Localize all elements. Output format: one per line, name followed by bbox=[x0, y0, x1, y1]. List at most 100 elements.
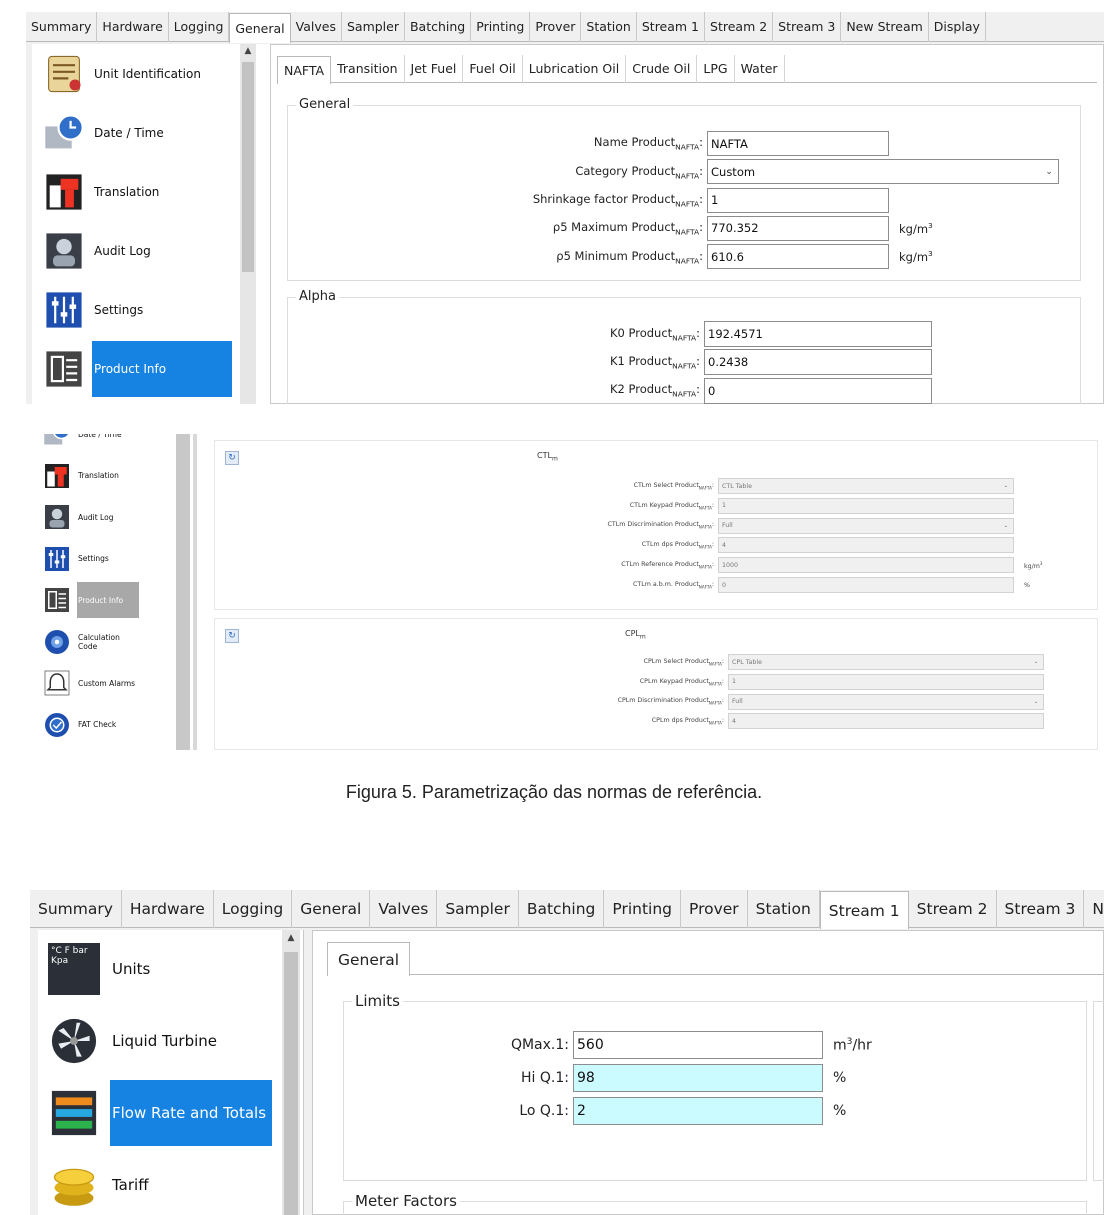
input-5-minimum-product[interactable]: 610.6 bbox=[707, 244, 889, 270]
tab-sampler[interactable]: Sampler bbox=[342, 12, 405, 42]
collapse-cpl-icon[interactable]: ↻ bbox=[225, 629, 239, 643]
input-qmax-1[interactable]: 560 bbox=[573, 1031, 823, 1059]
input-k2-product[interactable]: 0 bbox=[704, 377, 932, 404]
sidebar-scrollbar[interactable]: ▲ bbox=[240, 44, 256, 404]
input-shrinkage-factor-product[interactable]: 1 bbox=[707, 187, 889, 213]
tab-nafta[interactable]: NAFTA bbox=[277, 56, 332, 84]
sidebar-item-audit-log[interactable]: Audit Log bbox=[32, 223, 232, 279]
sidebar-scrollbar[interactable]: ▲ bbox=[282, 930, 300, 1215]
sidebar-item-unit-identification[interactable]: Unit Identification bbox=[32, 46, 232, 102]
input-ctlm-a-b-m-product[interactable]: 0 bbox=[718, 577, 1014, 593]
tab-prover[interactable]: Prover bbox=[681, 890, 748, 928]
field-label: K0 ProductNAFTA: bbox=[609, 325, 700, 343]
input-5-maximum-product[interactable]: 770.352 bbox=[707, 215, 889, 241]
tab-sampler[interactable]: Sampler bbox=[437, 890, 519, 928]
field-value: Full bbox=[722, 522, 733, 530]
tab-stream-2[interactable]: Stream 2 bbox=[909, 890, 997, 928]
tab-lpg[interactable]: LPG bbox=[697, 55, 735, 83]
tab-jet-fuel[interactable]: Jet Fuel bbox=[405, 55, 464, 83]
unit-tail: /hr bbox=[852, 1037, 872, 1054]
tab-logging[interactable]: Logging bbox=[214, 890, 293, 928]
select-cplm-select-product[interactable]: CPL Table ⌄ bbox=[728, 654, 1044, 670]
sidebar-item-date-time[interactable]: Date / Time bbox=[40, 434, 175, 452]
tab-new-stream[interactable]: New Stream bbox=[841, 12, 929, 42]
tab-general[interactable]: General bbox=[292, 890, 371, 928]
limits-group-title: Limits bbox=[352, 992, 403, 1010]
field-label: CPLm Discrimination ProductNAFTA: bbox=[617, 697, 724, 706]
tab-fuel-oil[interactable]: Fuel Oil bbox=[463, 55, 523, 83]
tab-general[interactable]: General bbox=[327, 942, 411, 976]
sidebar-scrollbar[interactable] bbox=[176, 434, 190, 750]
tab-water[interactable]: Water bbox=[735, 55, 785, 83]
tab-hardware[interactable]: Hardware bbox=[122, 890, 214, 928]
select-ctlm-discrimination-product[interactable]: Full ⌄ bbox=[718, 517, 1014, 534]
select-ctlm-select-product[interactable]: CTL Table ⌄ bbox=[718, 478, 1014, 494]
scroll-up-icon[interactable]: ▲ bbox=[282, 933, 300, 943]
tab-stream-2[interactable]: Stream 2 bbox=[705, 12, 774, 42]
field-row-ctlm-keypad-product: CTLm Keypad ProductNAFTA: 1 bbox=[466, 497, 1014, 514]
general-tabbar: General bbox=[327, 941, 1104, 976]
field-label: Hi Q.1: bbox=[413, 1070, 573, 1086]
input-name-product[interactable]: NAFTA bbox=[707, 131, 889, 156]
tab-summary[interactable]: Summary bbox=[30, 890, 122, 928]
tab-hardware[interactable]: Hardware bbox=[97, 12, 169, 42]
tab-station[interactable]: Station bbox=[748, 890, 820, 928]
tab-new-strea[interactable]: New Strea bbox=[1084, 890, 1104, 928]
tab-stream-3[interactable]: Stream 3 bbox=[773, 12, 842, 42]
select-cplm-discrimination-product[interactable]: Full ⌄ bbox=[728, 693, 1044, 710]
sidebar-item-translation[interactable]: Translation bbox=[40, 458, 175, 494]
sidebar-item-translation[interactable]: Translation bbox=[32, 164, 232, 220]
input-hi-q-1[interactable]: 98 bbox=[573, 1064, 823, 1092]
scrollbar-thumb[interactable] bbox=[284, 952, 298, 1215]
tab-batching[interactable]: Batching bbox=[519, 890, 605, 928]
sidebar: ▲ Unit Identification Date / Time Translat… bbox=[32, 44, 274, 404]
tab-station[interactable]: Station bbox=[581, 12, 637, 42]
sidebar-item-liquid-turbine[interactable]: Liquid Turbine bbox=[38, 1008, 278, 1074]
input-ctlm-keypad-product[interactable]: 1 bbox=[718, 497, 1014, 514]
tab-stream-3[interactable]: Stream 3 bbox=[997, 890, 1085, 928]
input-cplm-dps-product[interactable]: 4 bbox=[728, 713, 1044, 730]
input-cplm-keypad-product[interactable]: 1 bbox=[728, 673, 1044, 690]
field-label-text: K2 Product bbox=[609, 382, 673, 397]
tab-logging[interactable]: Logging bbox=[169, 12, 230, 42]
tab-valves[interactable]: Valves bbox=[291, 12, 342, 42]
sidebar-item-product-info[interactable]: Product Info bbox=[40, 582, 175, 618]
unit-label: kg/m3 bbox=[899, 249, 933, 264]
sidebar-item-tariff[interactable]: Tariff bbox=[38, 1152, 278, 1215]
tab-stream-1[interactable]: Stream 1 bbox=[637, 12, 706, 42]
input-k1-product[interactable]: 0.2438 bbox=[704, 349, 932, 376]
field-label-text: QMax.1: bbox=[510, 1037, 569, 1053]
tab-general[interactable]: General bbox=[229, 13, 291, 43]
field-row-cplm-select-product: CPLm Select ProductNAFTA: CPL Table ⌄ bbox=[466, 654, 1044, 670]
sidebar-item-units[interactable]: °C F bar Kpa Units bbox=[38, 936, 278, 1002]
tab-summary[interactable]: Summary bbox=[26, 12, 98, 42]
tab-printing[interactable]: Printing bbox=[471, 12, 531, 42]
tab-crude-oil[interactable]: Crude Oil bbox=[626, 55, 698, 83]
tab-display[interactable]: Display bbox=[929, 12, 986, 42]
sidebar-item-flow-rate-and-totals[interactable]: Flow Rate and Totals bbox=[38, 1080, 278, 1146]
select-category-product[interactable]: Custom ⌄ bbox=[707, 159, 1059, 185]
input-ctlm-dps-product[interactable]: 4 bbox=[718, 537, 1014, 554]
tab-prover[interactable]: Prover bbox=[530, 12, 582, 42]
collapse-ctl-icon[interactable]: ↻ bbox=[225, 451, 239, 465]
tab-valves[interactable]: Valves bbox=[370, 890, 438, 928]
input-ctlm-reference-product[interactable]: 1000 bbox=[718, 557, 1014, 574]
tab-lubrication-oil[interactable]: Lubrication Oil bbox=[523, 55, 627, 83]
tab-transition[interactable]: Transition bbox=[331, 55, 405, 83]
input-lo-q-1[interactable]: 2 bbox=[573, 1097, 823, 1125]
tab-batching[interactable]: Batching bbox=[405, 12, 472, 42]
sidebar-item-date-time[interactable]: Date / Time bbox=[32, 105, 232, 161]
sidebar-item-calculation-code[interactable]: Calculation Code bbox=[40, 624, 175, 660]
field-label-sub: NAFTA bbox=[675, 199, 700, 209]
sidebar-item-settings[interactable]: Settings bbox=[40, 541, 175, 577]
scroll-up-icon[interactable]: ▲ bbox=[240, 46, 256, 56]
sidebar-item-settings[interactable]: Settings bbox=[32, 282, 232, 338]
sidebar-item-audit-log[interactable]: Audit Log bbox=[40, 499, 175, 535]
sidebar-item-product-info[interactable]: Product Info bbox=[32, 341, 232, 397]
tab-stream-1[interactable]: Stream 1 bbox=[819, 891, 909, 929]
sidebar-item-custom-alarms[interactable]: Custom Alarms bbox=[40, 665, 175, 701]
scrollbar-thumb[interactable] bbox=[242, 62, 254, 272]
tab-printing[interactable]: Printing bbox=[604, 890, 681, 928]
sidebar-item-fat-check[interactable]: FAT Check bbox=[40, 707, 175, 743]
input-k0-product[interactable]: 192.4571 bbox=[704, 321, 932, 347]
